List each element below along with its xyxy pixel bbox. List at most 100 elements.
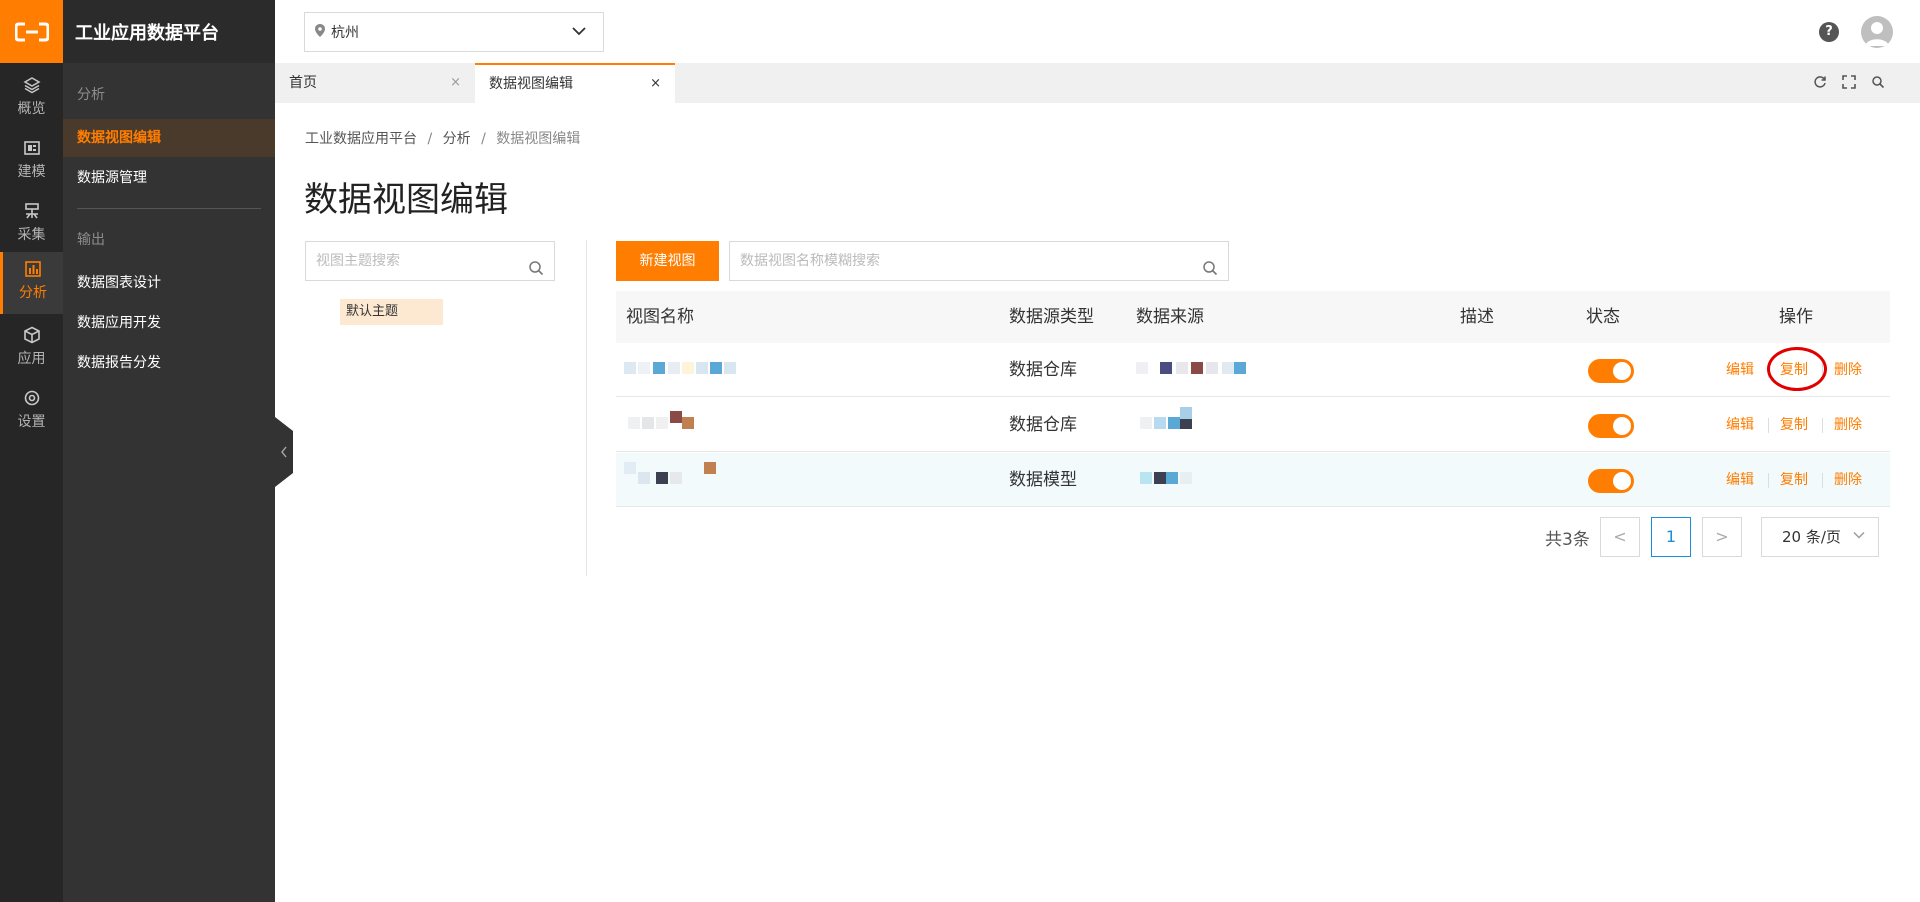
page-button-current[interactable]: 1: [1651, 517, 1691, 557]
col-view-name: 视图名称: [626, 307, 694, 327]
location-pin-icon: [315, 23, 325, 41]
tab-label: 首页: [289, 75, 317, 91]
sidebar-collapse-handle[interactable]: [275, 417, 295, 487]
breadcrumb: 工业数据应用平台 / 分析 / 数据视图编辑: [305, 128, 580, 148]
action-separator: [1768, 418, 1769, 433]
tab-view-edit[interactable]: 数据视图编辑 ×: [475, 63, 675, 103]
rail-label: 设置: [17, 414, 46, 430]
close-icon[interactable]: ×: [650, 65, 661, 103]
rail-item-model[interactable]: 建模: [0, 131, 63, 193]
rail-label: 建模: [17, 164, 46, 180]
action-separator: [1822, 418, 1823, 433]
group-label-output: 输出: [77, 232, 105, 248]
rail-label: 分析: [19, 285, 47, 301]
chevron-down-icon: [571, 23, 587, 43]
theme-item-default[interactable]: 默认主题: [340, 299, 443, 325]
status-toggle[interactable]: [1588, 469, 1634, 493]
sidebar-item-view-edit[interactable]: 数据视图编辑: [63, 119, 275, 157]
status-toggle[interactable]: [1588, 359, 1634, 383]
action-separator: [1822, 473, 1823, 488]
sidebar-item-chart-design[interactable]: 数据图表设计: [63, 264, 275, 302]
redacted-view-name: [628, 411, 698, 433]
view-search-placeholder: 数据视图名称模糊搜索: [740, 253, 880, 269]
redacted-view-name: [624, 362, 744, 378]
highlight-circle: [1767, 347, 1827, 391]
logo-icon: [14, 22, 49, 41]
tab-bar: 首页 × 数据视图编辑 ×: [275, 63, 1920, 103]
search-icon: [528, 253, 544, 291]
edit-link[interactable]: 编辑: [1726, 453, 1754, 507]
col-source-type: 数据源类型: [1009, 307, 1094, 327]
fullscreen-icon[interactable]: [1841, 75, 1857, 91]
redacted-source: [1136, 362, 1246, 378]
col-status: 状态: [1586, 307, 1620, 327]
sidebar-divider: [77, 208, 261, 209]
panel-divider: [586, 240, 587, 576]
source-type: 数据仓库: [1009, 360, 1077, 380]
group-label-analysis: 分析: [77, 87, 105, 103]
rail-label: 概览: [17, 101, 46, 117]
view-search-input[interactable]: 数据视图名称模糊搜索: [729, 241, 1229, 281]
rail-item-apps[interactable]: 应用: [0, 318, 63, 380]
page-size-value: 20 条/页: [1782, 528, 1841, 546]
breadcrumb-sep: /: [427, 131, 433, 147]
edit-link[interactable]: 编辑: [1726, 343, 1754, 397]
refresh-icon[interactable]: [1812, 75, 1828, 91]
collect-icon: [22, 202, 42, 222]
city-select[interactable]: 杭州: [304, 12, 604, 52]
delete-link[interactable]: 删除: [1834, 398, 1862, 452]
table-row: 数据仓库 编辑 复制 删除: [616, 343, 1890, 397]
edit-link[interactable]: 编辑: [1726, 398, 1754, 452]
tab-label: 数据视图编辑: [489, 76, 573, 92]
sidebar-item-datasource[interactable]: 数据源管理: [63, 159, 275, 197]
copy-link[interactable]: 复制: [1780, 398, 1808, 452]
next-page-button[interactable]: >: [1702, 517, 1742, 557]
city-value: 杭州: [331, 25, 359, 41]
action-separator: [1768, 473, 1769, 488]
delete-link[interactable]: 删除: [1834, 453, 1862, 507]
prev-page-button[interactable]: <: [1600, 517, 1640, 557]
analysis-icon: [23, 260, 43, 280]
table-header: 视图名称 数据源类型 数据来源 描述 状态 操作: [616, 291, 1890, 343]
close-icon[interactable]: ×: [450, 63, 461, 103]
new-view-button[interactable]: 新建视图: [616, 241, 719, 281]
rail-label: 应用: [17, 351, 46, 367]
rail-label: 采集: [17, 227, 46, 243]
cube-icon: [22, 326, 42, 346]
search-icon[interactable]: [1870, 75, 1886, 91]
avatar[interactable]: [1861, 16, 1893, 48]
breadcrumb-mid[interactable]: 分析: [443, 131, 471, 147]
status-toggle[interactable]: [1588, 414, 1634, 438]
layers-icon: [22, 76, 42, 96]
redacted-view-name: [624, 462, 716, 488]
theme-search-placeholder: 视图主题搜索: [316, 253, 400, 269]
page-size-select[interactable]: 20 条/页: [1761, 517, 1879, 557]
table-row: 数据仓库 编辑 复制 删除: [616, 398, 1890, 452]
breadcrumb-root[interactable]: 工业数据应用平台: [305, 131, 417, 147]
top-bar: 杭州 ?: [275, 0, 1920, 63]
help-icon[interactable]: ?: [1819, 22, 1839, 42]
theme-search-input[interactable]: 视图主题搜索: [305, 241, 555, 281]
left-rail: 概览 建模 采集 分析 应用 设置: [0, 0, 63, 902]
user-icon: [1865, 22, 1889, 46]
search-icon: [1202, 253, 1218, 291]
source-type: 数据模型: [1009, 470, 1077, 490]
col-source: 数据来源: [1136, 307, 1204, 327]
rail-item-analysis[interactable]: 分析: [0, 252, 63, 314]
breadcrumb-current: 数据视图编辑: [496, 131, 581, 147]
page-title: 数据视图编辑: [304, 180, 508, 220]
table-row: 数据模型 编辑 复制 删除: [616, 453, 1890, 507]
rail-item-overview[interactable]: 概览: [0, 68, 63, 130]
rail-item-settings[interactable]: 设置: [0, 381, 63, 443]
delete-link[interactable]: 删除: [1834, 343, 1862, 397]
redacted-source: [1140, 407, 1200, 433]
redacted-source: [1140, 472, 1210, 488]
chevron-down-icon: [1852, 518, 1866, 556]
sidebar-item-app-dev[interactable]: 数据应用开发: [63, 304, 275, 342]
chevron-left-icon: [275, 417, 293, 487]
tab-home[interactable]: 首页 ×: [275, 63, 475, 103]
app-logo[interactable]: [0, 0, 63, 63]
rail-item-collect[interactable]: 采集: [0, 194, 63, 256]
copy-link[interactable]: 复制: [1780, 453, 1808, 507]
sidebar-item-report[interactable]: 数据报告分发: [63, 344, 275, 382]
